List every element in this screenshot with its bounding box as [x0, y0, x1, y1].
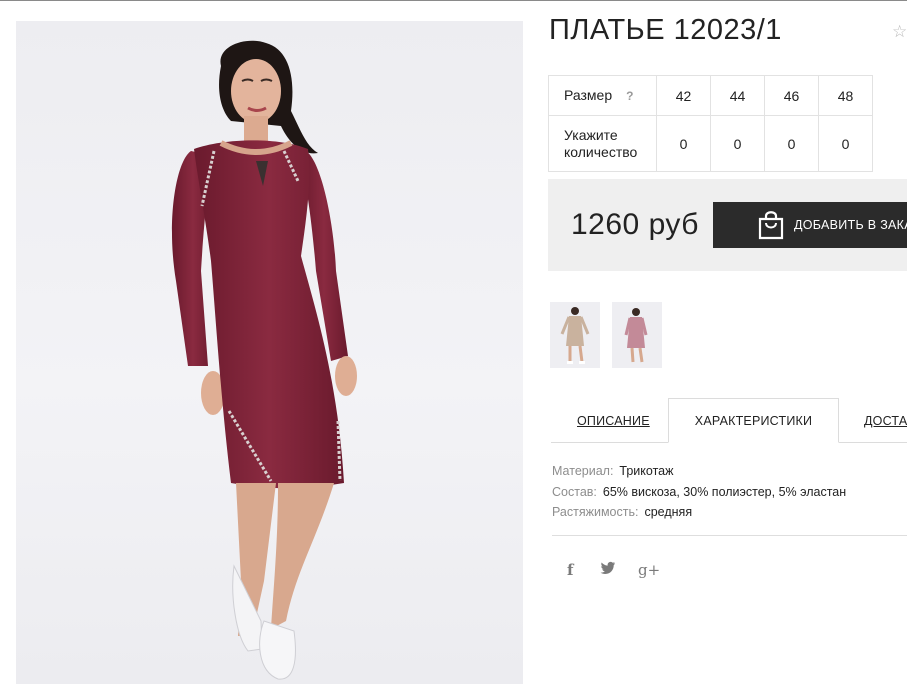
twitter-bird-glyph	[600, 561, 615, 574]
quantity-label-line1: Укажите	[564, 126, 618, 143]
size-cell-44: 44	[710, 75, 765, 116]
quantity-input-44[interactable]: 0	[710, 115, 765, 172]
quantity-input-48[interactable]: 0	[818, 115, 873, 172]
characteristic-row: Растяжимость: средняя	[552, 502, 846, 523]
size-quantity-table: Размер? 42 44 46 48 Укажите количество 0…	[548, 75, 873, 172]
model-illustration	[171, 40, 357, 680]
size-cell-46: 46	[764, 75, 819, 116]
tab-characteristics[interactable]: ХАРАКТЕРИСТИКИ	[668, 398, 839, 443]
size-cell-42: 42	[656, 75, 711, 116]
quantity-label-line2: количество	[564, 143, 638, 160]
divider	[552, 535, 907, 536]
characteristic-row: Состав: 65% вискоза, 30% полиэстер, 5% эл…	[552, 482, 846, 503]
main-product-image[interactable]	[16, 21, 523, 684]
quantity-label-cell: Укажите количество	[548, 115, 657, 172]
quantity-input-46[interactable]: 0	[764, 115, 819, 172]
shopping-bag-icon	[758, 211, 784, 240]
product-tabs: ОПИСАНИЕ ХАРАКТЕРИСТИКИ ДОСТАВКА	[551, 398, 907, 443]
add-to-order-button[interactable]: ДОБАВИТЬ В ЗАКАЗ	[713, 202, 907, 248]
characteristics-list: Материал: Трикотаж Состав: 65% вискоза, 30…	[552, 461, 846, 523]
characteristic-row: Материал: Трикотаж	[552, 461, 846, 482]
top-divider	[0, 0, 907, 1]
add-to-order-label: ДОБАВИТЬ В ЗАКАЗ	[794, 218, 907, 232]
characteristic-key: Растяжимость:	[552, 505, 639, 519]
size-label: Размер	[564, 86, 613, 103]
google-plus-icon[interactable]: g+	[638, 561, 660, 579]
size-help-icon[interactable]: ?	[626, 89, 633, 103]
google-plus-glyph: g+	[638, 561, 661, 579]
thumbnail-1[interactable]	[550, 302, 600, 368]
thumbnail-beige-dress-image	[560, 307, 590, 364]
size-row: Размер? 42 44 46 48	[548, 75, 873, 116]
characteristic-value: Трикотаж	[619, 464, 674, 478]
characteristic-key: Материал:	[552, 464, 614, 478]
thumbnail-2[interactable]	[612, 302, 662, 368]
tab-description[interactable]: ОПИСАНИЕ	[577, 414, 650, 458]
characteristic-value: средняя	[644, 505, 693, 519]
twitter-icon[interactable]	[600, 561, 616, 579]
thumbnail-pink-dress-image	[624, 308, 648, 363]
characteristic-value: 65% вискоза, 30% полиэстер, 5% эластан	[602, 484, 847, 499]
characteristic-key: Состав:	[552, 484, 597, 499]
facebook-icon[interactable]: f	[567, 561, 573, 579]
tab-delivery[interactable]: ДОСТАВКА	[864, 414, 907, 458]
size-cell-48: 48	[818, 75, 873, 116]
star-icon[interactable]: ☆	[892, 22, 907, 42]
quantity-row: Укажите количество 0 0 0 0	[548, 115, 873, 172]
size-label-cell: Размер?	[548, 75, 657, 116]
product-title: ПЛАТЬЕ 12023/1	[549, 14, 782, 46]
quantity-input-42[interactable]: 0	[656, 115, 711, 172]
price: 1260 руб	[571, 208, 699, 241]
price-panel: 1260 руб ДОБАВИТЬ В ЗАКАЗ	[548, 179, 907, 271]
